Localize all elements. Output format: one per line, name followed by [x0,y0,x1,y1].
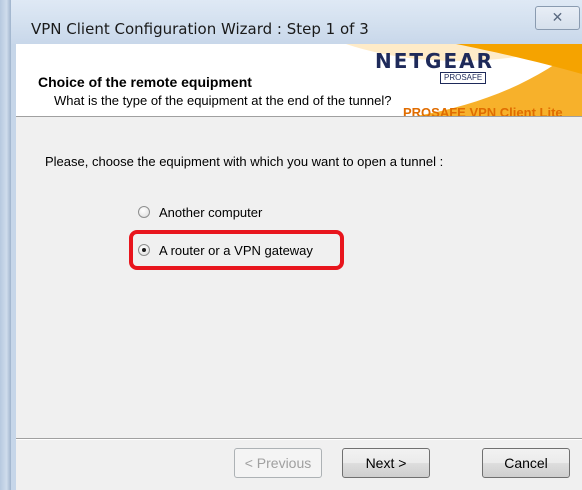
title-bar[interactable]: VPN Client Configuration Wizard : Step 1… [11,0,582,44]
choice-prompt: Please, choose the equipment with which … [45,154,444,169]
wizard-header: NETGEAR PROSAFE Choice of the remote equ… [16,44,582,116]
wizard-content: Please, choose the equipment with which … [16,117,582,438]
window-title: VPN Client Configuration Wizard : Step 1… [31,20,369,38]
option-another-computer[interactable]: Another computer [138,202,262,222]
netgear-logo: NETGEAR [375,49,494,73]
window-border-left [0,0,11,490]
next-button[interactable]: Next > [342,448,430,478]
page-title: Choice of the remote equipment [38,74,252,90]
previous-button[interactable]: < Previous [234,448,322,478]
cancel-button[interactable]: Cancel [482,448,570,478]
page-subtitle: What is the type of the equipment at the… [54,93,392,108]
radio-another-computer[interactable] [138,206,150,218]
highlight-box [129,230,344,270]
product-name: PROSAFE VPN Client Lite [403,105,563,116]
close-icon: ✕ [551,9,564,25]
close-button[interactable]: ✕ [535,6,580,30]
button-bar: < Previous Next > Cancel [16,440,582,490]
prosafe-badge: PROSAFE [440,72,487,84]
option-label: Another computer [159,204,263,220]
